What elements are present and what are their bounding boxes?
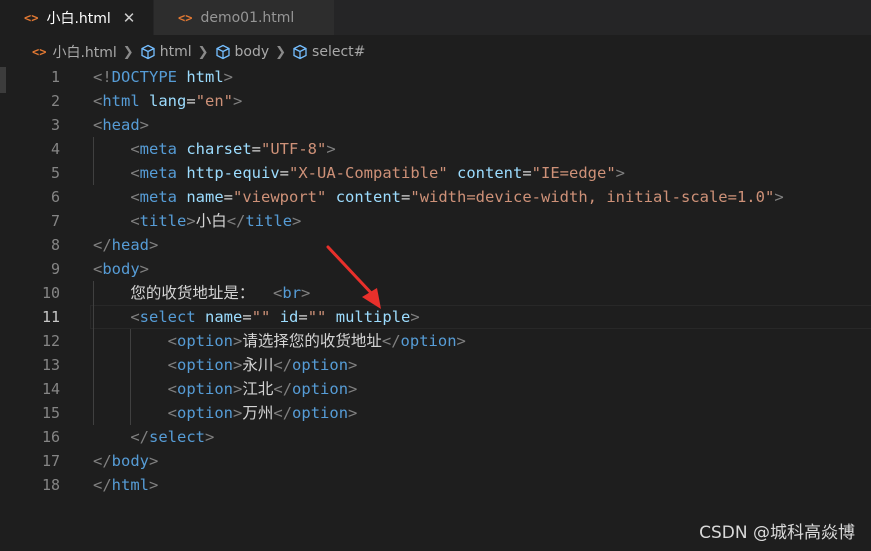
watermark: CSDN @城科高焱博 — [699, 523, 855, 543]
annotation-arrow-icon — [326, 245, 381, 309]
